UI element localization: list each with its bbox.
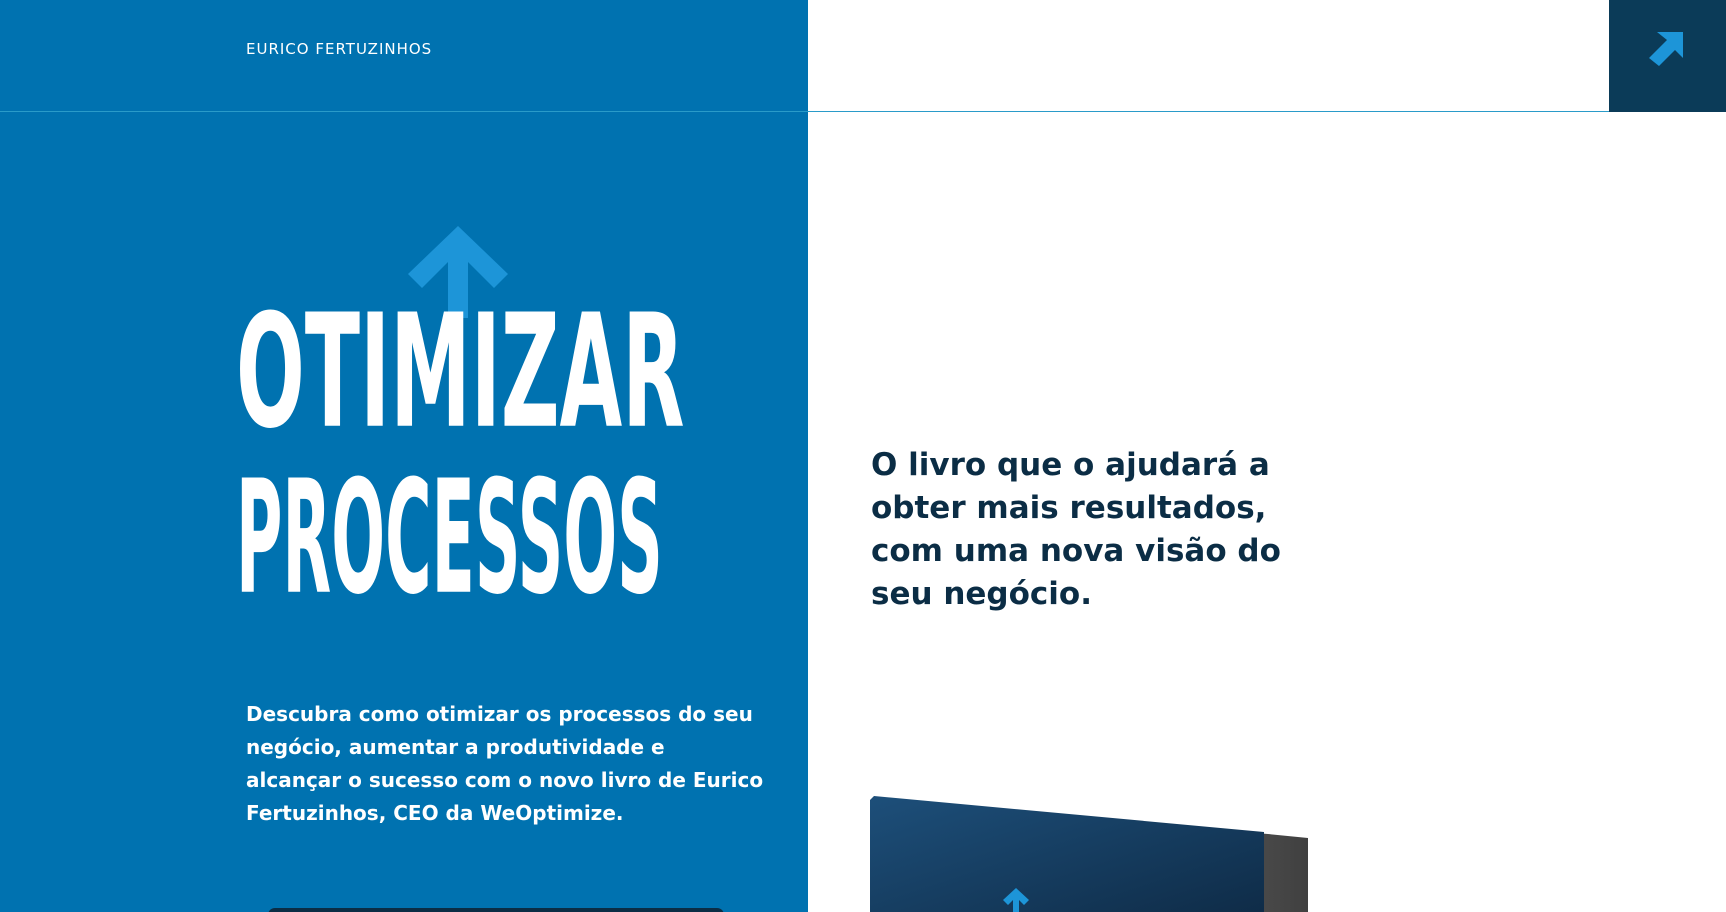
hero-title: OTIMIZAR PROCESSOS: [236, 222, 756, 616]
cta-button[interactable]: [268, 908, 724, 912]
book-tagline: O livro que o ajudará a obter mais resul…: [871, 447, 1281, 612]
landing-page: EURICO FERTUZINHOS OTIMIZAR PROCESSOS De…: [0, 0, 1726, 912]
hero-description: Descubra como otimizar os processos do s…: [246, 702, 764, 825]
title-line-1: OTIMIZAR: [236, 279, 685, 464]
book-cover-image: [870, 796, 1308, 912]
header-divider: [0, 111, 1609, 112]
author-name[interactable]: EURICO FERTUZINHOS: [246, 40, 432, 58]
title-line-2: PROCESSOS: [236, 445, 663, 630]
arrow-up-right-icon: [1649, 32, 1683, 66]
corner-button[interactable]: [1609, 0, 1726, 112]
